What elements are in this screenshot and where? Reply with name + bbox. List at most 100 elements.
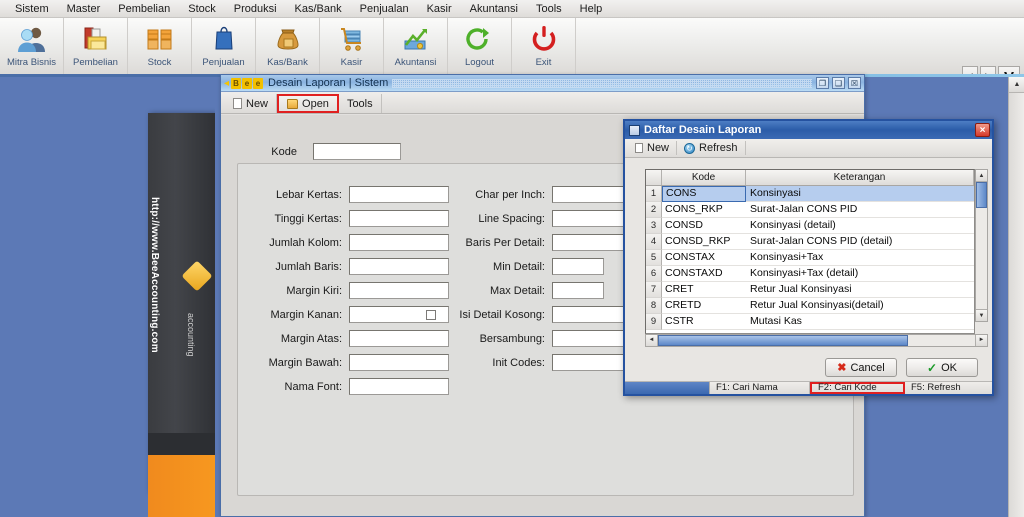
back-arrow-icon[interactable]: ◂ — [224, 78, 229, 89]
folder-icon — [287, 98, 299, 109]
menu-item-kas-bank[interactable]: Kas/Bank — [286, 1, 351, 17]
table-row[interactable]: 6 CONSTAXD Konsinyasi+Tax (detail) — [646, 266, 974, 282]
dialog-refresh-button[interactable]: ↻ Refresh — [677, 141, 746, 155]
books-icon — [81, 22, 111, 56]
menu-item-stock[interactable]: Stock — [179, 1, 225, 17]
scroll-down-icon[interactable]: ▼ — [976, 309, 987, 321]
status-hint-f2[interactable]: F2: Cari Kode — [810, 382, 905, 394]
menu-item-tools[interactable]: Tools — [527, 1, 571, 17]
field-bersambung: Bersambung: — [443, 330, 640, 347]
table-header-kode[interactable]: Kode — [662, 170, 746, 185]
toolbar-button-kasir[interactable]: Kasir — [320, 18, 384, 75]
toolbar-button-stock[interactable]: Stock — [128, 18, 192, 75]
menu-item-help[interactable]: Help — [571, 1, 612, 17]
jumlah-baris-input[interactable] — [349, 258, 449, 275]
cell-kode: CONSD — [662, 218, 746, 234]
vertical-scroll-track[interactable] — [976, 208, 987, 309]
table-row[interactable]: 2 CONS_RKP Surat-Jalan CONS PID — [646, 202, 974, 218]
toolbar-button-kas-bank[interactable]: Kas/Bank — [256, 18, 320, 75]
scroll-up-icon[interactable]: ▲ — [976, 170, 987, 182]
toolbar-button-akuntansi[interactable]: Akuntansi — [384, 18, 448, 75]
min-detail-input[interactable] — [552, 258, 604, 275]
field-line-spacing: Line Spacing: — [443, 210, 640, 227]
kode-input[interactable] — [313, 143, 401, 160]
field-label: Bersambung: — [479, 332, 545, 345]
max-detail-input[interactable] — [552, 282, 604, 299]
table-body: 1 CONS Konsinyasi 2 CONS_RKP Surat-Jalan… — [646, 186, 974, 333]
vertical-scroll-thumb[interactable] — [976, 182, 987, 208]
field-label: Baris Per Detail: — [465, 236, 545, 249]
dialog-new-button[interactable]: New — [628, 141, 678, 155]
menu-bar: Sistem Master Pembelian Stock Produksi K… — [0, 0, 1024, 18]
dialog-toolbar: New ↻ Refresh — [625, 139, 992, 158]
table-row[interactable]: 7 CRET Retur Jual Konsinyasi — [646, 282, 974, 298]
cell-kode: CONS — [662, 186, 746, 202]
menu-item-penjualan[interactable]: Penjualan — [351, 1, 418, 17]
field-tinggi-kertas: Tinggi Kertas: — [242, 210, 449, 227]
logo-letter: e — [242, 77, 253, 89]
logo-letter: e — [253, 77, 264, 89]
table-row[interactable]: 9 CSTR Mutasi Kas — [646, 314, 974, 330]
cell-keterangan: Konsinyasi+Tax (detail) — [746, 266, 974, 282]
cell-kode: CONSTAX — [662, 250, 746, 266]
table-row[interactable]: 8 CRETD Retur Jual Konsinyasi(detail) — [646, 298, 974, 314]
jumlah-kolom-input[interactable] — [349, 234, 449, 251]
page-icon — [233, 98, 242, 109]
table-row[interactable]: 4 CONSD_RKP Surat-Jalan CONS PID (detail… — [646, 234, 974, 250]
toolbar-button-exit[interactable]: Exit — [512, 18, 576, 75]
toolbar-button-logout[interactable]: Logout — [448, 18, 512, 75]
tinggi-kertas-input[interactable] — [349, 210, 449, 227]
ok-button[interactable]: ✓ OK — [906, 358, 978, 377]
desktop-vertical-scrollbar[interactable]: ▲ — [1008, 77, 1024, 517]
tab-tools[interactable]: Tools — [339, 94, 382, 113]
horizontal-scroll-thumb[interactable] — [658, 335, 908, 346]
lebar-kertas-input[interactable] — [349, 186, 449, 203]
field-char-per-inch: Char per Inch: — [443, 186, 640, 203]
margin-kiri-input[interactable] — [349, 282, 449, 299]
table-row[interactable]: 3 CONSD Konsinyasi (detail) — [646, 218, 974, 234]
window-restore-button[interactable]: ❐ — [816, 77, 829, 89]
boxes-icon — [145, 22, 175, 56]
branding-artwork: http://www.BeeAccounting.com accounting — [0, 77, 215, 517]
users-icon — [17, 22, 47, 56]
menu-item-produksi[interactable]: Produksi — [225, 1, 286, 17]
window-action-toolbar: New Open Tools — [221, 92, 864, 114]
scroll-left-icon[interactable]: ◄ — [646, 335, 658, 346]
window-title-bar[interactable]: ◂ B e e Desain Laporan | Sistem ❐ ❑ ☒ — [221, 75, 864, 92]
window-maximize-button[interactable]: ❑ — [832, 77, 845, 89]
window-close-button[interactable]: ☒ — [848, 77, 861, 89]
tab-new[interactable]: New — [225, 94, 278, 113]
page-icon — [635, 143, 643, 153]
title-bar-texture — [392, 78, 812, 88]
table-header-keterangan[interactable]: Keterangan — [746, 170, 974, 185]
dialog-title-bar[interactable]: Daftar Desain Laporan × — [625, 121, 992, 139]
tab-label: New — [246, 97, 269, 110]
margin-atas-input[interactable] — [349, 330, 449, 347]
nama-font-input[interactable] — [349, 378, 449, 395]
table-row[interactable]: 5 CONSTAX Konsinyasi+Tax — [646, 250, 974, 266]
row-number: 6 — [646, 266, 662, 282]
toolbar-button-penjualan[interactable]: Penjualan — [192, 18, 256, 75]
tab-open[interactable]: Open — [277, 94, 339, 113]
field-jumlah-kolom: Jumlah Kolom: — [242, 234, 449, 251]
isi-detail-kosong-checkbox[interactable] — [426, 309, 436, 320]
menu-item-akuntansi[interactable]: Akuntansi — [461, 1, 527, 17]
table-horizontal-scrollbar[interactable]: ◄ ► — [645, 334, 988, 347]
horizontal-scroll-track[interactable] — [908, 335, 975, 346]
table-row[interactable]: 1 CONS Konsinyasi — [646, 186, 974, 202]
menu-item-sistem[interactable]: Sistem — [6, 1, 58, 17]
field-init-codes: Init Codes: — [443, 354, 640, 371]
cancel-button[interactable]: ✖ Cancel — [825, 358, 897, 377]
table-vertical-scrollbar[interactable]: ▲ ▼ — [975, 169, 988, 322]
field-margin-kiri: Margin Kiri: — [242, 282, 449, 299]
toolbar-button-mitra-bisnis[interactable]: Mitra Bisnis — [0, 18, 64, 75]
close-icon[interactable]: × — [975, 123, 990, 137]
toolbar-button-pembelian[interactable]: Pembelian — [64, 18, 128, 75]
menu-item-pembelian[interactable]: Pembelian — [109, 1, 179, 17]
menu-item-kasir[interactable]: Kasir — [418, 1, 461, 17]
scroll-up-icon[interactable]: ▲ — [1009, 77, 1024, 93]
cell-kode: CONS_RKP — [662, 202, 746, 218]
margin-bawah-input[interactable] — [349, 354, 449, 371]
scroll-right-icon[interactable]: ► — [975, 335, 987, 346]
menu-item-master[interactable]: Master — [58, 1, 110, 17]
